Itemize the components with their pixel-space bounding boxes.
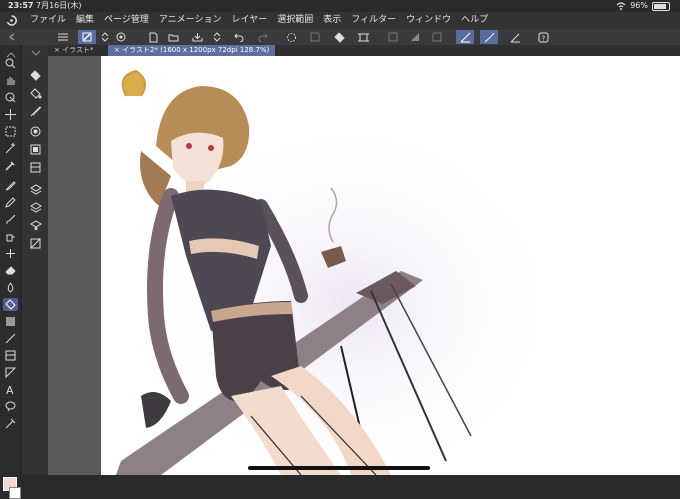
tab-label: イラスト2* (1600 x 1200px 72dpi 128.7%) bbox=[122, 46, 270, 54]
subtool-paint-unfilled-icon[interactable] bbox=[28, 143, 43, 156]
redo-icon[interactable] bbox=[256, 30, 270, 44]
layer-stack-icon[interactable] bbox=[28, 201, 43, 214]
menu-edit[interactable]: 編集 bbox=[76, 12, 94, 29]
menu-selection[interactable]: 選択範囲 bbox=[277, 12, 313, 29]
zoom-tool-icon[interactable] bbox=[3, 57, 18, 70]
swap-arrows-icon[interactable] bbox=[98, 30, 112, 44]
material-panel-icon[interactable] bbox=[28, 237, 43, 250]
ruler-tool-icon[interactable] bbox=[3, 366, 18, 379]
airbrush-tool-icon[interactable] bbox=[3, 230, 18, 243]
move-layer-tool-icon[interactable] bbox=[3, 108, 18, 121]
close-tab-icon[interactable]: × bbox=[54, 46, 62, 54]
eraser-tool-icon[interactable] bbox=[3, 264, 18, 277]
wifi-icon bbox=[616, 2, 626, 10]
tool-property-button[interactable] bbox=[78, 30, 96, 44]
snap-ruler-button[interactable] bbox=[456, 30, 474, 44]
subtool-fill-layer-icon[interactable] bbox=[28, 161, 43, 174]
subtool-fill-enclose-icon[interactable] bbox=[28, 125, 43, 138]
canvas-view-icon[interactable] bbox=[114, 30, 128, 44]
drawing-canvas[interactable] bbox=[101, 56, 680, 475]
sub-color-swatch[interactable] bbox=[9, 487, 21, 499]
gradient-tool-icon[interactable] bbox=[3, 315, 18, 328]
correct-line-tool-icon[interactable] bbox=[3, 417, 18, 430]
subtool-collapse-icon[interactable] bbox=[28, 46, 43, 59]
save-tray-icon[interactable] bbox=[190, 30, 204, 44]
tool-palette: A bbox=[0, 45, 21, 499]
balloon-tool-icon[interactable] bbox=[3, 400, 18, 413]
status-bar: 23:57 7月16日(木) 96% bbox=[0, 0, 680, 12]
menu-file[interactable]: ファイル bbox=[30, 12, 66, 29]
document-tabs: × イラスト* × イラスト2* (1600 x 1200px 72dpi 12… bbox=[48, 45, 680, 56]
selection-tool-icon[interactable] bbox=[3, 125, 18, 138]
menu-bar: ファイル 編集 ページ管理 アニメーション レイヤー 選択範囲 表示 フィルター… bbox=[0, 12, 680, 29]
menu-help[interactable]: ヘルプ bbox=[461, 12, 488, 29]
frame-icon[interactable] bbox=[430, 30, 444, 44]
sub-tool-palette bbox=[21, 45, 49, 475]
snap-grid-icon[interactable] bbox=[508, 30, 522, 44]
tab-label: イラスト* bbox=[62, 46, 94, 54]
hand-tool-icon[interactable] bbox=[3, 74, 18, 87]
subtool-fill-edited-icon[interactable] bbox=[28, 69, 43, 82]
gradient-icon[interactable] bbox=[408, 30, 422, 44]
menu-animation[interactable]: アニメーション bbox=[159, 12, 222, 29]
magic-wand-tool-icon[interactable] bbox=[3, 142, 18, 155]
undo-icon[interactable] bbox=[232, 30, 246, 44]
battery-percent: 96% bbox=[630, 1, 648, 10]
operation-tool-icon[interactable] bbox=[3, 91, 18, 104]
menu-view[interactable]: 表示 bbox=[323, 12, 341, 29]
status-right: 96% bbox=[616, 0, 670, 12]
frame-border-tool-icon[interactable] bbox=[3, 349, 18, 362]
home-indicator bbox=[248, 466, 430, 470]
layer-add-icon[interactable] bbox=[28, 183, 43, 196]
hamburger-menu-icon[interactable] bbox=[56, 30, 70, 44]
subtool-close-gap-icon[interactable] bbox=[28, 105, 43, 118]
collapse-left-icon[interactable] bbox=[6, 30, 20, 44]
selection-spinner-icon[interactable] bbox=[284, 30, 298, 44]
decoration-tool-icon[interactable] bbox=[3, 247, 18, 260]
clear-layer-icon[interactable] bbox=[308, 30, 322, 44]
pencil-tool-icon[interactable] bbox=[3, 196, 18, 209]
menu-page[interactable]: ページ管理 bbox=[104, 12, 149, 29]
command-toolbar: ? bbox=[0, 29, 680, 45]
tab-illust-1[interactable]: × イラスト* bbox=[48, 45, 110, 56]
subtool-fill-all-icon[interactable] bbox=[28, 87, 43, 100]
open-folder-icon[interactable] bbox=[166, 30, 180, 44]
help-icon[interactable]: ? bbox=[536, 30, 550, 44]
brush-tool-icon[interactable] bbox=[3, 213, 18, 226]
close-tab-icon[interactable]: × bbox=[114, 46, 122, 54]
svg-text:?: ? bbox=[541, 34, 545, 42]
snap-special-ruler-button[interactable] bbox=[480, 30, 498, 44]
svg-text:A: A bbox=[6, 384, 14, 395]
layer-mask-icon[interactable] bbox=[386, 30, 400, 44]
app-logo-icon[interactable] bbox=[6, 15, 17, 26]
layer-settings-icon[interactable] bbox=[28, 219, 43, 232]
menu-filter[interactable]: フィルター bbox=[351, 12, 396, 29]
eyedropper-tool-icon[interactable] bbox=[3, 159, 18, 172]
fill-tool-icon[interactable] bbox=[3, 298, 18, 311]
menu-items: ファイル 編集 ページ管理 アニメーション レイヤー 選択範囲 表示 フィルター… bbox=[30, 12, 488, 29]
status-date: 7月16日(木) bbox=[36, 1, 82, 10]
stepper-icon[interactable] bbox=[210, 30, 224, 44]
battery-icon bbox=[652, 1, 670, 11]
blend-tool-icon[interactable] bbox=[3, 281, 18, 294]
new-file-icon[interactable] bbox=[146, 30, 160, 44]
pen-tool-icon[interactable] bbox=[3, 179, 18, 192]
illustration-artwork bbox=[116, 69, 561, 475]
fill-bucket-icon[interactable] bbox=[332, 30, 346, 44]
status-time: 23:57 bbox=[8, 1, 34, 10]
figure-tool-icon[interactable] bbox=[3, 332, 18, 345]
tab-illust-2[interactable]: × イラスト2* (1600 x 1200px 72dpi 128.7%) bbox=[108, 45, 276, 56]
crop-transform-icon[interactable] bbox=[356, 30, 370, 44]
menu-layer[interactable]: レイヤー bbox=[232, 12, 268, 29]
text-tool-icon[interactable]: A bbox=[3, 383, 18, 396]
menu-window[interactable]: ウィンドウ bbox=[406, 12, 451, 29]
